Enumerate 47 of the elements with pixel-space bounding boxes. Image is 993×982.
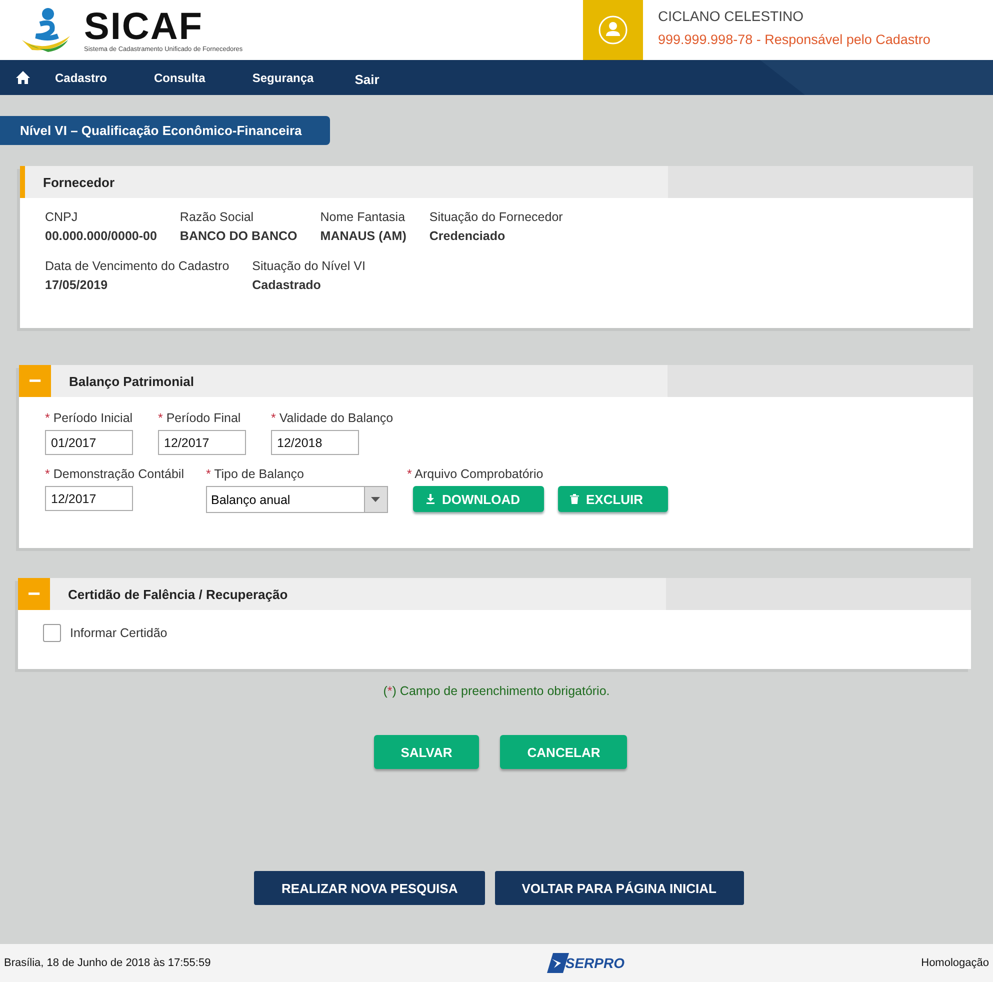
checkbox[interactable] bbox=[43, 624, 61, 642]
input-field[interactable]: 12/2018 bbox=[271, 430, 359, 455]
nav-button[interactable]: REALIZAR NOVA PESQUISA bbox=[254, 871, 485, 905]
input-field[interactable]: 01/2017 bbox=[45, 430, 133, 455]
caret-icon bbox=[371, 497, 380, 502]
trash-icon bbox=[570, 494, 579, 504]
field-label: * Demonstração Contábil bbox=[45, 467, 184, 481]
footer-logo-text: SERPRO bbox=[565, 955, 624, 971]
field-label: * Validade do Balanço bbox=[271, 411, 394, 425]
field-label: Razão Social bbox=[180, 210, 255, 224]
download-icon bbox=[426, 494, 435, 504]
field-label: * Arquivo Comprobatório bbox=[406, 467, 544, 481]
dropdown[interactable]: Balanço anual bbox=[206, 486, 388, 513]
environment-label: Homologação bbox=[921, 957, 989, 969]
field-label: Nome Fantasia bbox=[320, 210, 406, 224]
footer-datetime: Brasília, 18 de Junho de 2018 às 17:55:59 bbox=[4, 957, 211, 969]
nav-link[interactable]: Sair bbox=[354, 72, 380, 87]
user-name: CICLANO CELESTINO bbox=[658, 8, 804, 24]
home-icon[interactable] bbox=[16, 71, 30, 84]
logo-title: SICAF bbox=[84, 8, 203, 46]
field-label: * Tipo de Balanço bbox=[206, 467, 305, 481]
nav-link[interactable]: Consulta bbox=[154, 70, 206, 84]
field-label: Situação do Fornecedor bbox=[429, 210, 563, 224]
field-label: Situação do Nível VI bbox=[252, 259, 366, 273]
field-value: 17/05/2019 bbox=[45, 278, 109, 292]
field-value: MANAUS (AM) bbox=[320, 229, 406, 243]
field-label: CNPJ bbox=[45, 210, 79, 224]
panel-title: Fornecedor bbox=[43, 174, 115, 190]
input-field[interactable]: 12/2017 bbox=[158, 430, 246, 455]
field-label: * Período Final bbox=[158, 411, 242, 425]
field-value: 00.000.000/0000-00 bbox=[45, 229, 157, 243]
page-title: Nível VI – Qualificação Econômico-Financeira bbox=[0, 116, 330, 145]
field-value: Cadastrado bbox=[252, 278, 322, 292]
input-field[interactable]: 12/2017 bbox=[45, 486, 133, 511]
user-icon bbox=[598, 15, 628, 45]
field-value: Credenciado bbox=[429, 229, 506, 243]
checkbox-label: Informar Certidão bbox=[70, 626, 168, 640]
nav-link[interactable]: Segurança bbox=[252, 70, 314, 84]
required-note: (*) Campo de preenchimento obrigatório. bbox=[382, 684, 611, 698]
user-role: 999.999.998-78 - Responsável pelo Cadastro bbox=[658, 32, 930, 47]
field-label: * Período Inicial bbox=[45, 411, 133, 425]
panel-title: Certidão de Falência / Recuperação bbox=[68, 586, 288, 602]
nav-button[interactable]: VOLTAR PARA PÁGINA INICIAL bbox=[494, 871, 744, 905]
field-value: BANCO DO BANCO bbox=[180, 229, 298, 243]
nav-link[interactable]: Cadastro bbox=[55, 70, 108, 84]
panel-title: Balanço Patrimonial bbox=[69, 374, 194, 388]
field-label: Data de Vencimento do Cadastro bbox=[45, 259, 230, 273]
